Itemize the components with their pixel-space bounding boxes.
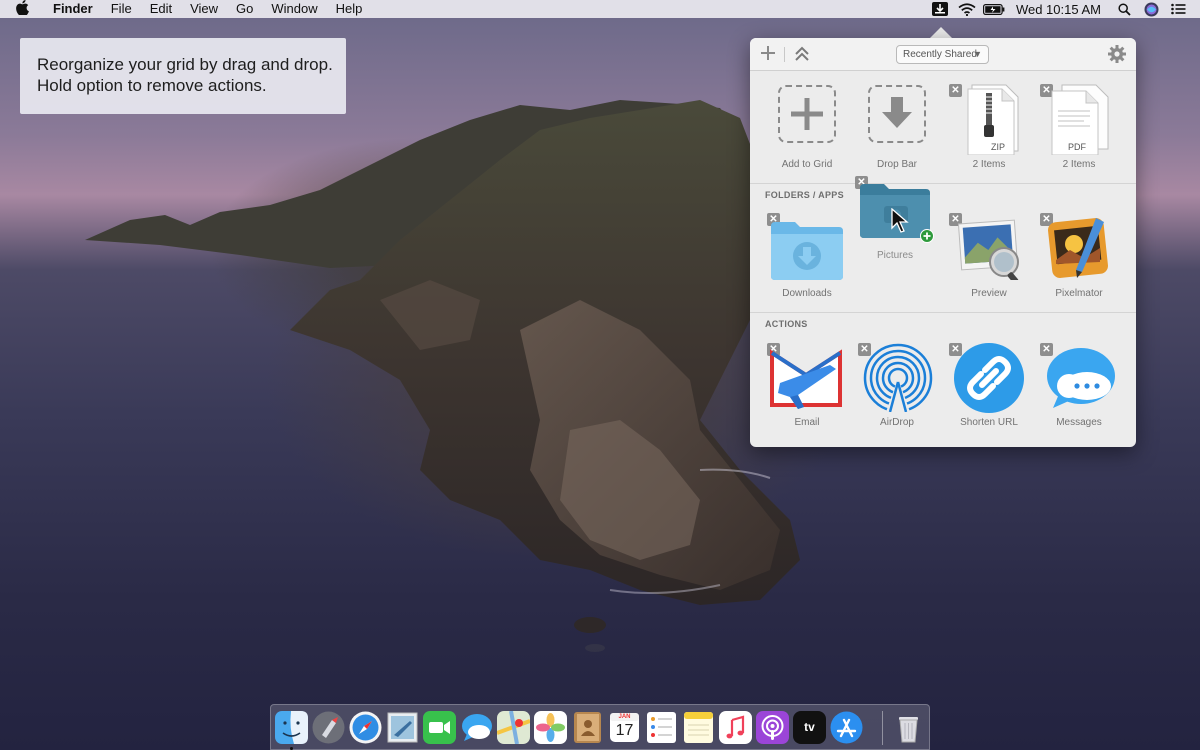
tile-label: 2 Items <box>1062 159 1096 170</box>
pictures-tile[interactable]: ✕ Pictures <box>850 176 940 271</box>
pdf-items-tile[interactable]: ✕ PDF 2 Items <box>1034 83 1124 173</box>
tile-label: Messages <box>1056 417 1102 428</box>
battery-icon[interactable] <box>981 0 1008 18</box>
email-icon <box>770 343 844 418</box>
calendar-day: 17 <box>615 722 634 739</box>
menu-window[interactable]: Window <box>262 0 326 18</box>
tile-label: AirDrop <box>880 417 914 428</box>
messages-dock-icon[interactable] <box>460 711 493 744</box>
tile-label: Drop Bar <box>876 159 917 170</box>
add-to-grid-tile[interactable]: Add to Grid <box>762 83 852 173</box>
folders-apps-heading: FOLDERS / APPS <box>765 190 844 200</box>
music-icon[interactable] <box>719 711 752 744</box>
reminders-icon[interactable] <box>645 711 678 744</box>
tile-label: Shorten URL <box>960 417 1018 428</box>
airdrop-action-tile[interactable]: ✕ AirDrop <box>852 338 942 433</box>
recently-shared-dropdown[interactable]: Recently Shared ▼ <box>896 45 989 64</box>
preview-app-icon <box>954 216 1026 285</box>
tile-label: Downloads <box>782 288 832 299</box>
finder-icon[interactable] <box>275 711 308 744</box>
pixelmator-app-icon <box>1044 214 1116 285</box>
shorten-url-action-tile[interactable]: ✕ Shorten URL <box>944 338 1034 433</box>
collapse-icon[interactable] <box>792 44 812 64</box>
calendar-icon[interactable]: JAN 17 <box>608 711 641 744</box>
email-action-tile[interactable]: ✕ Email <box>762 338 852 433</box>
dropzone-panel: Recently Shared ▼ Add to Grid Drop Bar ✕ <box>750 38 1136 447</box>
contacts-icon[interactable] <box>571 711 604 744</box>
wifi-icon[interactable] <box>954 0 981 18</box>
notes-icon[interactable] <box>682 711 715 744</box>
photos-icon[interactable] <box>534 711 567 744</box>
launchpad-icon[interactable] <box>312 711 345 744</box>
menu-clock[interactable]: Wed 10:15 AM <box>1008 2 1111 17</box>
airdrop-icon <box>860 342 936 417</box>
dropdown-value: Recently Shared <box>903 49 977 60</box>
tile-label: Pixelmator <box>1055 288 1103 299</box>
pixelmator-tile[interactable]: ✕ Pixelmator <box>1034 208 1124 303</box>
add-icon[interactable] <box>758 44 778 64</box>
instruction-callout: Reorganize your grid by drag and drop. H… <box>20 38 346 114</box>
gear-icon[interactable] <box>1107 44 1127 64</box>
panel-toolbar: Recently Shared ▼ <box>750 38 1136 71</box>
app-store-icon[interactable] <box>830 711 863 744</box>
downloads-folder-icon <box>769 218 845 285</box>
control-center-icon[interactable] <box>1165 0 1192 18</box>
section-divider <box>750 183 1136 184</box>
menu-help[interactable]: Help <box>327 0 372 18</box>
calendar-month: JAN <box>618 714 631 720</box>
facetime-icon[interactable] <box>423 711 456 744</box>
add-badge-icon <box>920 229 934 248</box>
siri-icon[interactable] <box>1138 0 1165 18</box>
zip-items-tile[interactable]: ✕ ZIP 2 Items <box>944 83 1034 173</box>
preview-tile[interactable]: ✕ Preview <box>944 208 1034 303</box>
remove-icon[interactable]: ✕ <box>949 84 962 97</box>
cursor-icon <box>891 207 909 239</box>
tile-label: Email <box>794 417 820 428</box>
panel-arrow <box>930 27 952 38</box>
menu-edit[interactable]: Edit <box>141 0 181 18</box>
callout-line-1: Reorganize your grid by drag and drop. <box>37 55 333 74</box>
search-icon[interactable] <box>1111 0 1138 18</box>
add-icon <box>778 85 836 143</box>
messages-icon <box>1043 342 1117 417</box>
tv-label: tv <box>804 720 815 734</box>
zip-badge: ZIP <box>990 142 1005 152</box>
chevron-down-icon: ▼ <box>973 49 982 59</box>
menu-file[interactable]: File <box>102 0 141 18</box>
downloads-tile[interactable]: ✕ Downloads <box>762 208 852 303</box>
podcasts-icon[interactable] <box>756 711 789 744</box>
menu-go[interactable]: Go <box>227 0 262 18</box>
messages-action-tile[interactable]: ✕ Messages <box>1034 338 1124 433</box>
tile-label: 2 Items <box>972 159 1006 170</box>
dock: JAN 17 tv <box>270 704 930 750</box>
pdf-badge: PDF <box>1068 142 1086 152</box>
actions-heading: ACTIONS <box>765 319 808 329</box>
menu-app-name[interactable]: Finder <box>44 0 102 18</box>
dropzone-icon[interactable] <box>927 0 954 18</box>
tv-icon[interactable]: tv <box>793 711 826 744</box>
link-icon <box>953 342 1025 419</box>
menu-bar: Finder File Edit View Go Window Help Wed… <box>0 0 1200 18</box>
dock-separator <box>882 711 883 745</box>
drop-bar-tile[interactable]: Drop Bar <box>852 83 942 173</box>
download-arrow-icon <box>868 85 926 143</box>
section-divider <box>750 312 1136 313</box>
tile-label: Add to Grid <box>781 159 833 170</box>
tile-label: Pictures <box>876 250 914 261</box>
safari-icon[interactable] <box>349 711 382 744</box>
callout-line-2: Hold option to remove actions. <box>37 76 267 95</box>
trash-icon[interactable] <box>892 711 925 744</box>
maps-icon[interactable] <box>496 710 531 745</box>
tile-label: Preview <box>971 288 1007 299</box>
toolbar-divider <box>784 47 785 62</box>
apple-menu-icon[interactable] <box>0 0 44 18</box>
menu-view[interactable]: View <box>181 0 227 18</box>
mail-stamp-icon[interactable] <box>386 711 419 744</box>
